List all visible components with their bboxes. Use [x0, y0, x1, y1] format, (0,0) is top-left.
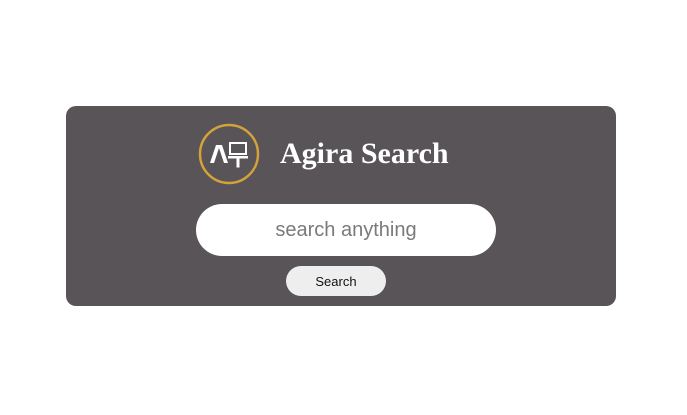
search-card: Agira Search Search [66, 106, 616, 306]
search-button[interactable]: Search [286, 266, 386, 296]
search-input[interactable] [196, 204, 496, 256]
agira-logo-icon [198, 123, 260, 185]
app-title: Agira Search [280, 137, 449, 170]
